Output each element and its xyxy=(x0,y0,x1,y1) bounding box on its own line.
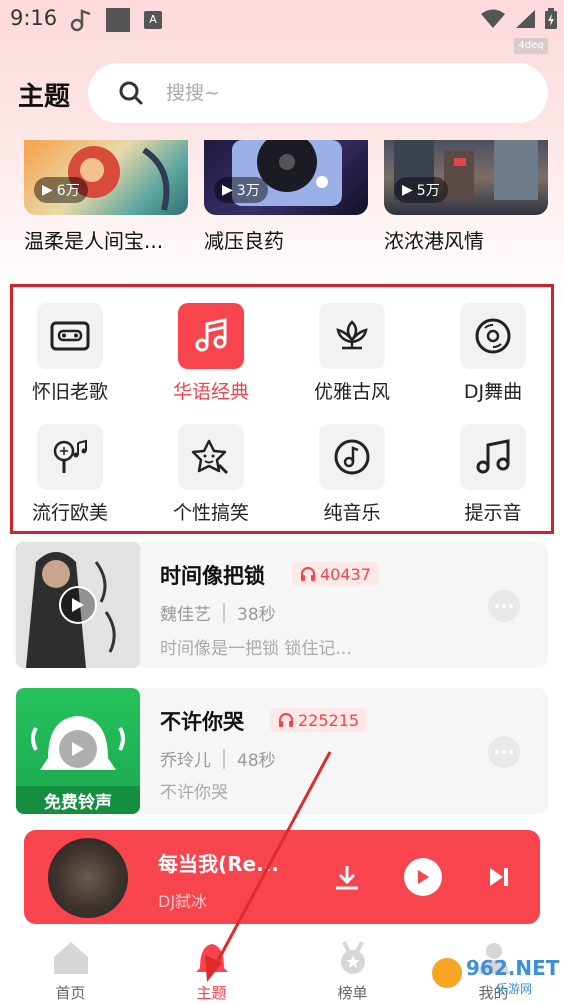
medal-icon xyxy=(340,941,365,974)
more-button[interactable] xyxy=(488,590,520,622)
theme-thumbnail: ▶ 5万 xyxy=(384,140,548,215)
category-label: 优雅古风 xyxy=(313,381,390,403)
category-label: 华语经典 xyxy=(172,381,249,403)
category-gaoxiao[interactable]: 个性搞笑 xyxy=(151,424,271,525)
category-tishiyin[interactable]: 提示音 xyxy=(433,424,553,525)
divider xyxy=(223,748,225,769)
theme-card[interactable]: ▶ 3万 减压良药 xyxy=(204,140,368,254)
artist-name: 魏佳艺 xyxy=(160,605,211,625)
theme-name: 减压良药 xyxy=(204,229,284,253)
mini-player[interactable]: 每当我(Re... DJ弑冰 xyxy=(24,830,540,924)
music-disc-icon xyxy=(319,424,385,490)
player-artist: DJ弑冰 xyxy=(158,892,208,911)
player-song-title: 每当我(Re... xyxy=(158,852,279,876)
search-bar[interactable] xyxy=(88,63,548,123)
divider xyxy=(223,602,225,623)
play-count-badge: ▶ 3万 xyxy=(214,177,268,203)
theme-thumbnail: ▶ 6万 xyxy=(24,140,188,215)
cassette-icon xyxy=(37,303,103,369)
vinyl-icon xyxy=(460,303,526,369)
category-label: 流行欧美 xyxy=(31,502,108,524)
headphone-icon xyxy=(279,713,293,727)
song-description: 时间像是一把锁 锁住记... xyxy=(160,639,352,659)
category-liuxing[interactable]: 流行欧美 xyxy=(10,424,130,525)
song-card[interactable]: 时间像把锁 40437 魏佳艺 38秒 时间像是一把锁 锁住记... xyxy=(14,542,548,668)
category-label: 个性搞笑 xyxy=(172,502,249,524)
play-icon xyxy=(418,870,429,884)
play-icon: ▶ xyxy=(222,182,233,198)
watermark-logo-icon xyxy=(432,958,462,988)
category-dj[interactable]: DJ舞曲 xyxy=(433,303,553,404)
theme-card[interactable]: ▶ 6万 温柔是人间宝... xyxy=(24,140,188,254)
wifi-icon xyxy=(481,9,505,28)
song-title: 不许你哭 xyxy=(160,710,244,734)
song-meta: 魏佳艺 38秒 xyxy=(160,600,276,625)
bell-icon xyxy=(195,944,228,972)
status-time: 9:16 xyxy=(10,6,58,30)
star-face-icon xyxy=(178,424,244,490)
duration: 48秒 xyxy=(237,751,276,771)
play-icon: ▶ xyxy=(42,182,53,198)
category-gufeng[interactable]: 优雅古风 xyxy=(292,303,412,404)
double-note-icon xyxy=(460,424,526,490)
nav-charts[interactable]: 榜单 xyxy=(282,932,423,1004)
music-note-icon xyxy=(178,303,244,369)
category-chunyinyue[interactable]: 纯音乐 xyxy=(292,424,412,525)
cover-caption: 免费铃声 xyxy=(44,793,112,813)
download-icon[interactable] xyxy=(334,864,360,892)
play-count-badge: ▶ 5万 xyxy=(394,177,448,203)
site-watermark: 962.NET 乐游网 xyxy=(432,956,559,1000)
play-overlay-button[interactable] xyxy=(59,586,97,624)
play-icon xyxy=(72,598,84,612)
play-overlay-button[interactable] xyxy=(59,730,97,768)
category-label: 怀旧老歌 xyxy=(31,381,108,403)
battery-icon xyxy=(545,8,557,29)
debug-badge: 4deq xyxy=(514,38,548,54)
category-label: DJ舞曲 xyxy=(463,381,523,403)
search-icon xyxy=(119,81,143,105)
notification-square-icon xyxy=(106,8,130,32)
play-count: 40437 xyxy=(292,562,379,586)
theme-name: 浓浓港风情 xyxy=(384,229,484,253)
search-input[interactable] xyxy=(166,82,466,104)
song-cover: 免费铃声 xyxy=(16,688,140,814)
song-meta: 乔玲儿 48秒 xyxy=(160,746,276,771)
status-left-icons: A xyxy=(70,8,162,32)
music-notify-icon xyxy=(70,9,91,32)
song-title: 时间像把锁 xyxy=(160,564,265,588)
theme-thumbnail: ▶ 3万 xyxy=(204,140,368,215)
status-right-icons xyxy=(480,8,558,30)
play-icon xyxy=(72,742,84,756)
song-description: 不许你哭 xyxy=(160,783,228,803)
lotus-icon xyxy=(319,303,385,369)
player-play-button[interactable] xyxy=(404,858,442,896)
play-icon: ▶ xyxy=(402,182,413,198)
theme-card[interactable]: ▶ 5万 浓浓港风情 xyxy=(384,140,548,254)
category-label: 纯音乐 xyxy=(323,502,381,524)
category-huayu[interactable]: 华语经典 xyxy=(151,303,271,404)
duration: 38秒 xyxy=(237,605,276,625)
category-label: 提示音 xyxy=(464,502,522,524)
nav-theme[interactable]: 主题 xyxy=(141,932,282,1004)
more-button[interactable] xyxy=(488,736,520,768)
page-title: 主题 xyxy=(18,82,71,112)
home-icon xyxy=(53,942,88,974)
category-huaijiu[interactable]: 怀旧老歌 xyxy=(10,303,130,404)
nav-home[interactable]: 首页 xyxy=(0,932,141,1004)
artist-name: 乔玲儿 xyxy=(160,751,211,771)
play-count: 225215 xyxy=(270,708,368,732)
next-track-icon[interactable] xyxy=(488,866,510,888)
theme-name: 温柔是人间宝... xyxy=(24,229,164,253)
signal-icon xyxy=(516,10,535,28)
microphone-icon xyxy=(37,424,103,490)
a-notification-icon: A xyxy=(144,11,162,29)
headphone-icon xyxy=(301,567,315,581)
play-count-badge: ▶ 6万 xyxy=(34,177,88,203)
song-card[interactable]: 免费铃声 不许你哭 225215 乔玲儿 48秒 不许你哭 xyxy=(14,688,548,814)
song-cover xyxy=(16,542,140,668)
player-album-art xyxy=(48,838,128,918)
